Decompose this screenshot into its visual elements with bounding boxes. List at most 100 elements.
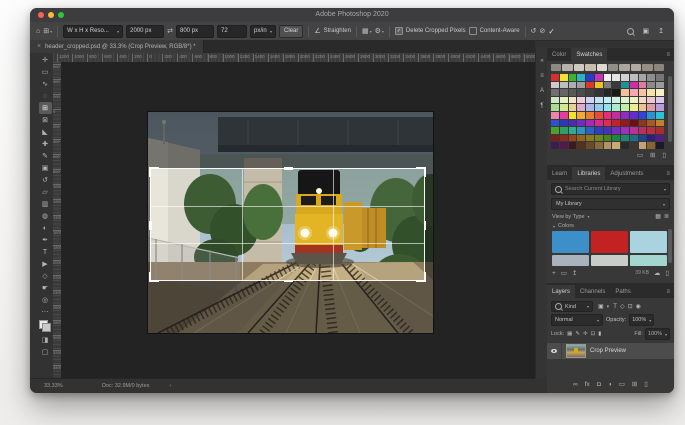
crop-handle-top-left[interactable]	[149, 167, 159, 177]
document-tab[interactable]: × header_cropped.psd @ 33.3% (Crop Previ…	[30, 40, 204, 53]
swatch[interactable]	[595, 120, 603, 127]
lasso-tool[interactable]: ∿	[39, 78, 52, 90]
swatch[interactable]	[604, 97, 612, 104]
swatch[interactable]	[647, 97, 655, 104]
swatch[interactable]	[604, 120, 612, 127]
path-selection-tool[interactable]: ▶	[39, 258, 52, 270]
crop-width-input[interactable]: 2000 px	[126, 25, 164, 38]
swatch[interactable]	[551, 104, 559, 111]
quick-selection-tool[interactable]: ◌	[39, 90, 52, 102]
swatch[interactable]	[630, 127, 638, 134]
recent-swatch[interactable]	[631, 64, 641, 71]
filter-toggle-pin-icon[interactable]: ◉	[636, 303, 641, 310]
swatch[interactable]	[569, 120, 577, 127]
swatch[interactable]	[656, 74, 664, 81]
library-color-asset[interactable]	[630, 231, 667, 253]
swatch[interactable]	[560, 142, 568, 149]
layer-style-icon[interactable]: fx	[585, 380, 590, 388]
zoom-level-field[interactable]: 33.33%	[44, 383, 102, 389]
collapse-dock-icon[interactable]: «	[540, 58, 543, 64]
swatch[interactable]	[630, 112, 638, 119]
layer-visibility-eye-icon[interactable]	[551, 349, 557, 354]
canvas[interactable]	[61, 62, 535, 378]
grid-view-icon[interactable]: ▦	[655, 213, 661, 220]
colors-section-header[interactable]: ▾ Colors	[547, 223, 674, 231]
recent-swatch[interactable]	[654, 64, 664, 71]
library-color-asset[interactable]	[630, 255, 667, 266]
library-search-input[interactable]: Search Current Library ▾	[551, 183, 670, 195]
tab-adjustments[interactable]: Adjustments	[605, 167, 648, 180]
swatch[interactable]	[560, 97, 568, 104]
foreground-background-swatches[interactable]	[39, 320, 51, 332]
swap-width-height-icon[interactable]: ⇄	[167, 27, 173, 35]
commit-crop-icon[interactable]: ✓	[548, 27, 555, 36]
tab-libraries[interactable]: Libraries	[572, 167, 605, 180]
new-swatch-icon[interactable]: ⊞	[650, 151, 655, 159]
swatch[interactable]	[560, 127, 568, 134]
new-library-group-icon[interactable]: ▭	[561, 269, 567, 277]
resolution-unit-select[interactable]: px/in▾	[250, 25, 276, 38]
list-view-icon[interactable]: ≣	[664, 213, 669, 220]
swatch[interactable]	[647, 142, 655, 149]
swatch[interactable]	[586, 97, 594, 104]
swatch[interactable]	[647, 104, 655, 111]
crop-handle-right[interactable]	[424, 221, 427, 230]
dodge-tool[interactable]: ◐	[39, 222, 52, 234]
quick-mask-icon[interactable]: ◨	[39, 334, 52, 346]
reset-crop-icon[interactable]: ↺	[531, 27, 537, 35]
swatch[interactable]	[656, 135, 664, 142]
layer-filter-kind-select[interactable]: Kind ▾	[551, 301, 593, 312]
swatch[interactable]	[577, 74, 585, 81]
swatches-scrollbar[interactable]	[668, 76, 672, 142]
swatch[interactable]	[577, 142, 585, 149]
swatch[interactable]	[560, 74, 568, 81]
swatch[interactable]	[621, 104, 629, 111]
swatch[interactable]	[595, 142, 603, 149]
swatch[interactable]	[569, 112, 577, 119]
swatch[interactable]	[639, 74, 647, 81]
sync-cloud-icon[interactable]: ☁	[654, 269, 661, 277]
layer-thumbnail[interactable]	[566, 344, 586, 358]
swatch[interactable]	[621, 112, 629, 119]
pen-tool[interactable]: ✒	[39, 234, 52, 246]
swatch[interactable]	[656, 142, 664, 149]
swatch[interactable]	[630, 120, 638, 127]
swatch[interactable]	[604, 112, 612, 119]
swatch[interactable]	[630, 97, 638, 104]
zoom-tool[interactable]: ◎	[39, 294, 52, 306]
blend-mode-select[interactable]: Normal ▾	[551, 314, 603, 326]
library-color-asset[interactable]	[591, 231, 628, 253]
swatch[interactable]	[586, 74, 594, 81]
swatch[interactable]	[639, 142, 647, 149]
search-icon[interactable]	[627, 28, 634, 35]
blur-tool[interactable]: ◍	[39, 210, 52, 222]
crop-tool-icon[interactable]: ⊞▾	[43, 27, 52, 35]
home-icon[interactable]: ⌂	[36, 28, 40, 35]
swatch[interactable]	[569, 82, 577, 89]
tab-paths[interactable]: Paths	[610, 285, 635, 298]
swatch[interactable]	[595, 89, 603, 96]
swatch[interactable]	[560, 120, 568, 127]
swatch[interactable]	[621, 142, 629, 149]
swatch[interactable]	[639, 97, 647, 104]
swatch[interactable]	[586, 112, 594, 119]
swatch[interactable]	[656, 104, 664, 111]
swatch[interactable]	[647, 127, 655, 134]
swatch[interactable]	[577, 135, 585, 142]
swatch[interactable]	[551, 97, 559, 104]
swatch[interactable]	[604, 142, 612, 149]
recent-swatch[interactable]	[585, 64, 595, 71]
swatch[interactable]	[569, 142, 577, 149]
swatch[interactable]	[647, 89, 655, 96]
properties-panel-icon[interactable]: ≡	[540, 73, 544, 79]
swatch[interactable]	[647, 120, 655, 127]
clone-stamp-tool[interactable]: ▣	[39, 162, 52, 174]
swatch[interactable]	[639, 112, 647, 119]
swatch[interactable]	[586, 104, 594, 111]
swatch[interactable]	[595, 74, 603, 81]
swatch[interactable]	[639, 135, 647, 142]
swatch[interactable]	[586, 82, 594, 89]
gradient-tool[interactable]: ▥	[39, 198, 52, 210]
swatch[interactable]	[586, 135, 594, 142]
opacity-field[interactable]: 100% ▾	[629, 314, 654, 326]
